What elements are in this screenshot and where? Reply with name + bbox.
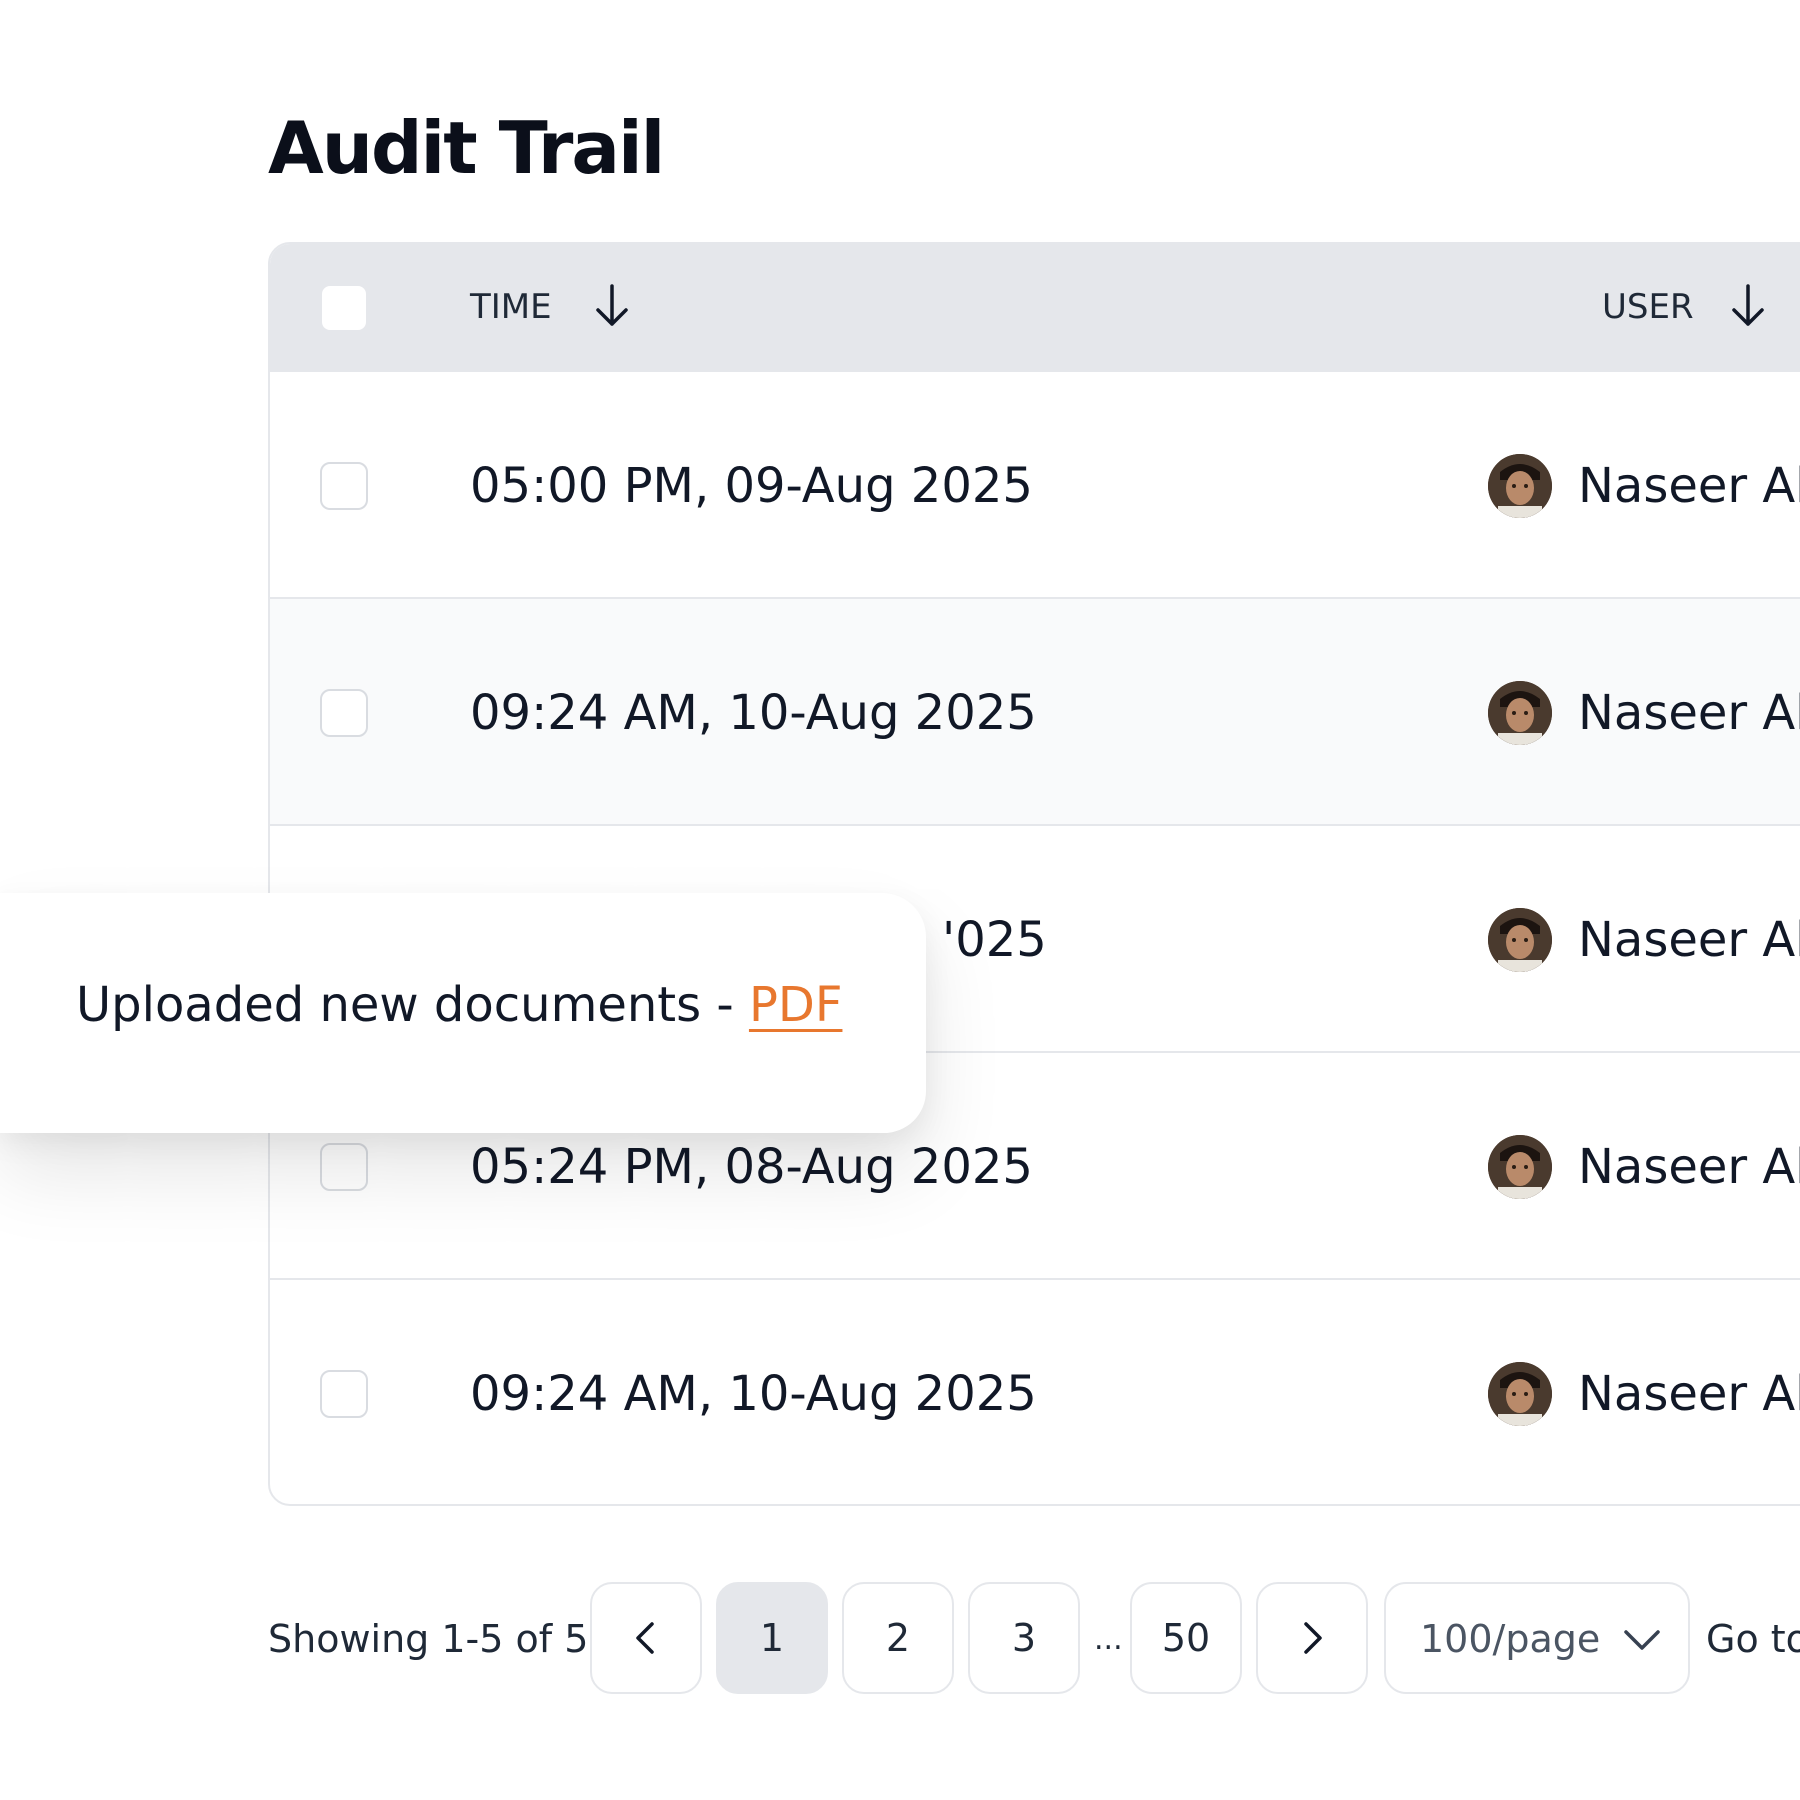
- page-size-select[interactable]: 100/page: [1384, 1582, 1690, 1694]
- prev-page-button[interactable]: [590, 1582, 702, 1694]
- table-row[interactable]: 09:24 AM, 10-Aug 2025 Naseer Ah: [270, 1278, 1800, 1504]
- page-title: Audit Trail: [268, 106, 665, 190]
- row-user[interactable]: Naseer Ah: [1578, 912, 1800, 968]
- page-button-2[interactable]: 2: [842, 1582, 954, 1694]
- table-header: TIME USER: [270, 244, 1800, 370]
- avatar: [1488, 1362, 1552, 1426]
- row-checkbox[interactable]: [320, 1370, 368, 1418]
- page-size-value: 100/page: [1420, 1617, 1601, 1661]
- chevron-right-icon: [1304, 1622, 1322, 1654]
- row-checkbox[interactable]: [320, 689, 368, 737]
- pdf-link[interactable]: PDF: [749, 977, 843, 1033]
- avatar: [1488, 1135, 1552, 1199]
- arrow-down-icon[interactable]: [590, 280, 634, 332]
- row-time: '025: [942, 912, 1047, 968]
- row-user[interactable]: Naseer Ah: [1578, 1366, 1800, 1422]
- next-page-button[interactable]: [1256, 1582, 1368, 1694]
- table-row[interactable]: 09:24 AM, 10-Aug 2025 Naseer Ah: [270, 597, 1800, 824]
- row-time: 09:24 AM, 10-Aug 2025: [470, 1366, 1037, 1422]
- column-header-time[interactable]: TIME: [470, 284, 552, 330]
- page-button-50[interactable]: 50: [1130, 1582, 1242, 1694]
- page-button-3[interactable]: 3: [968, 1582, 1080, 1694]
- arrow-down-icon[interactable]: [1726, 280, 1770, 332]
- column-header-user[interactable]: USER: [1602, 284, 1694, 330]
- chevron-down-icon: [1624, 1630, 1660, 1650]
- row-time: 05:00 PM, 09-Aug 2025: [470, 458, 1033, 514]
- avatar: [1488, 454, 1552, 518]
- page-ellipsis: ...: [1094, 1622, 1123, 1657]
- row-user[interactable]: Naseer Ah: [1578, 1139, 1800, 1195]
- row-user[interactable]: Naseer Ah: [1578, 458, 1800, 514]
- row-checkbox[interactable]: [320, 1143, 368, 1191]
- tooltip-text: Uploaded new documents - PDF: [76, 975, 842, 1035]
- pagination: Showing 1-5 of 56 1 2 3 ... 50 100/page …: [268, 1582, 1800, 1694]
- go-to-label: Go to: [1706, 1617, 1800, 1661]
- activity-tooltip: Uploaded new documents - PDF: [0, 893, 926, 1133]
- chevron-left-icon: [636, 1622, 654, 1654]
- audit-trail-screen: Audit Trail TIME USER 05:00 PM, 09-Aug 2…: [0, 0, 1800, 1800]
- row-time: 09:24 AM, 10-Aug 2025: [470, 685, 1037, 741]
- page-button-1[interactable]: 1: [716, 1582, 828, 1694]
- select-all-checkbox[interactable]: [322, 286, 366, 330]
- row-user[interactable]: Naseer Ah: [1578, 685, 1800, 741]
- showing-count: Showing 1-5 of 56: [268, 1617, 613, 1661]
- audit-table: TIME USER 05:00 PM, 09-Aug 2025 Naseer A…: [268, 242, 1800, 1506]
- row-checkbox[interactable]: [320, 462, 368, 510]
- row-time: 05:24 PM, 08-Aug 2025: [470, 1139, 1033, 1195]
- avatar: [1488, 681, 1552, 745]
- avatar: [1488, 908, 1552, 972]
- tooltip-message: Uploaded new documents -: [76, 977, 749, 1033]
- table-row[interactable]: 05:00 PM, 09-Aug 2025 Naseer Ah: [270, 370, 1800, 597]
